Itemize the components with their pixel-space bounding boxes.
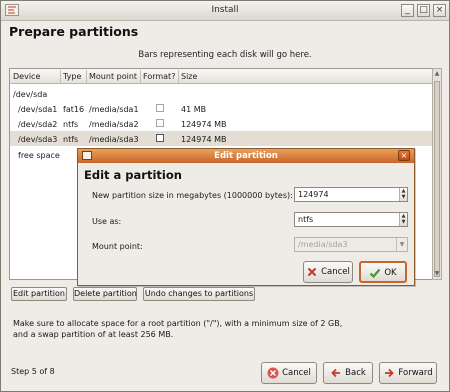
use-as-value: ntfs xyxy=(298,215,314,224)
edit-partition-button[interactable]: Edit partition xyxy=(11,287,67,301)
disk-device: /dev/sda xyxy=(13,90,48,99)
cancel-x-icon xyxy=(307,267,317,276)
step-indicator: Step 5 of 8 xyxy=(11,367,55,376)
minimize-button[interactable]: _ xyxy=(401,4,414,17)
cell-mount: /media/sda3 xyxy=(89,135,139,144)
forward-button-label: Forward xyxy=(398,368,433,378)
page-title: Prepare partitions xyxy=(9,24,139,39)
format-checkbox[interactable] xyxy=(156,104,164,112)
cell-type: fat16 xyxy=(63,105,85,114)
table-scrollbar[interactable]: ▲ ▼ xyxy=(432,68,442,280)
dialog-ok-label: OK xyxy=(384,268,397,278)
cancel-x-icon xyxy=(267,367,279,378)
cell-type: ntfs xyxy=(63,135,79,144)
back-arrow-icon xyxy=(331,368,341,377)
delete-partition-button[interactable]: Delete partition xyxy=(73,287,137,301)
scrollbar-thumb[interactable] xyxy=(434,81,440,277)
cell-device: /dev/sda1 xyxy=(18,105,58,114)
mount-point-value: /media/sda3 xyxy=(298,240,348,249)
table-row-selected[interactable]: /dev/sda3 ntfs /media/sda3 124974 MB xyxy=(10,131,432,146)
cell-size: 124974 MB xyxy=(181,120,227,129)
edit-partition-dialog: Edit partition × Edit a partition New pa… xyxy=(77,148,415,286)
column-header-mount[interactable]: Mount point xyxy=(89,72,137,81)
column-header-type[interactable]: Type xyxy=(63,72,81,81)
size-label: New partition size in megabytes (1000000… xyxy=(92,191,293,200)
table-header: Device Type Mount point Format? Size xyxy=(10,69,432,84)
back-button-label: Back xyxy=(345,368,366,378)
mount-point-combobox: /media/sda3 ▼ xyxy=(294,237,408,252)
forward-button[interactable]: Forward xyxy=(379,362,437,384)
dialog-heading: Edit a partition xyxy=(84,168,182,182)
cell-device: /dev/sda2 xyxy=(18,120,58,129)
column-separator xyxy=(60,70,61,83)
column-separator xyxy=(86,70,87,83)
table-row[interactable]: /dev/sda1 fat16 /media/sda1 41 MB xyxy=(10,101,432,116)
undo-changes-button[interactable]: Undo changes to partitions xyxy=(143,287,255,301)
dialog-close-button[interactable]: × xyxy=(398,150,410,161)
dropdown-arrow-icon: ▼ xyxy=(396,238,407,251)
use-as-combobox[interactable]: ntfs ▲ ▼ xyxy=(294,212,408,227)
close-window-button[interactable]: × xyxy=(433,4,446,17)
window-title: Install xyxy=(211,5,239,15)
scroll-down-arrow-icon[interactable]: ▼ xyxy=(433,269,441,279)
checkmark-icon xyxy=(370,268,381,278)
column-header-size[interactable]: Size xyxy=(181,72,197,81)
cell-type: ntfs xyxy=(63,120,79,129)
cancel-button[interactable]: Cancel xyxy=(261,362,317,384)
scroll-up-arrow-icon[interactable]: ▲ xyxy=(433,69,441,79)
cell-size: 41 MB xyxy=(181,105,207,114)
back-button[interactable]: Back xyxy=(323,362,373,384)
cancel-button-label: Cancel xyxy=(282,368,311,378)
title-bar[interactable]: Install _ □ × xyxy=(1,1,449,21)
column-separator xyxy=(178,70,179,83)
cell-device: /dev/sda3 xyxy=(18,135,58,144)
disk-bars-note: Bars representing each disk will go here… xyxy=(138,50,312,60)
use-as-label: Use as: xyxy=(92,217,122,226)
format-checkbox[interactable] xyxy=(156,119,164,127)
spin-arrows-icon[interactable]: ▲ ▼ xyxy=(399,188,407,201)
column-header-format[interactable]: Format? xyxy=(143,72,175,81)
mount-point-label: Mount point: xyxy=(92,242,143,251)
column-separator xyxy=(140,70,141,83)
column-header-device[interactable]: Device xyxy=(13,72,40,81)
combo-arrows-icon[interactable]: ▲ ▼ xyxy=(399,213,407,226)
forward-arrow-icon xyxy=(385,368,395,377)
size-value: 124974 xyxy=(298,190,329,199)
dialog-title-bar[interactable]: Edit partition × xyxy=(78,149,414,163)
partition-hint: Make sure to allocate space for a root p… xyxy=(13,319,343,339)
table-row[interactable]: /dev/sda2 ntfs /media/sda2 124974 MB xyxy=(10,116,432,131)
dialog-cancel-button[interactable]: Cancel xyxy=(303,261,353,283)
maximize-button[interactable]: □ xyxy=(417,4,430,17)
dialog-title: Edit partition xyxy=(214,151,278,161)
table-row-disk[interactable]: /dev/sda xyxy=(10,86,432,101)
format-checkbox[interactable] xyxy=(156,134,164,142)
cell-mount: /media/sda2 xyxy=(89,120,139,129)
cell-device: free space xyxy=(18,151,60,160)
dialog-cancel-label: Cancel xyxy=(321,267,350,277)
dialog-ok-button[interactable]: OK xyxy=(359,261,407,283)
size-spin-field[interactable]: 124974 ▲ ▼ xyxy=(294,187,408,202)
cell-size: 124974 MB xyxy=(181,135,227,144)
cell-mount: /media/sda1 xyxy=(89,105,139,114)
